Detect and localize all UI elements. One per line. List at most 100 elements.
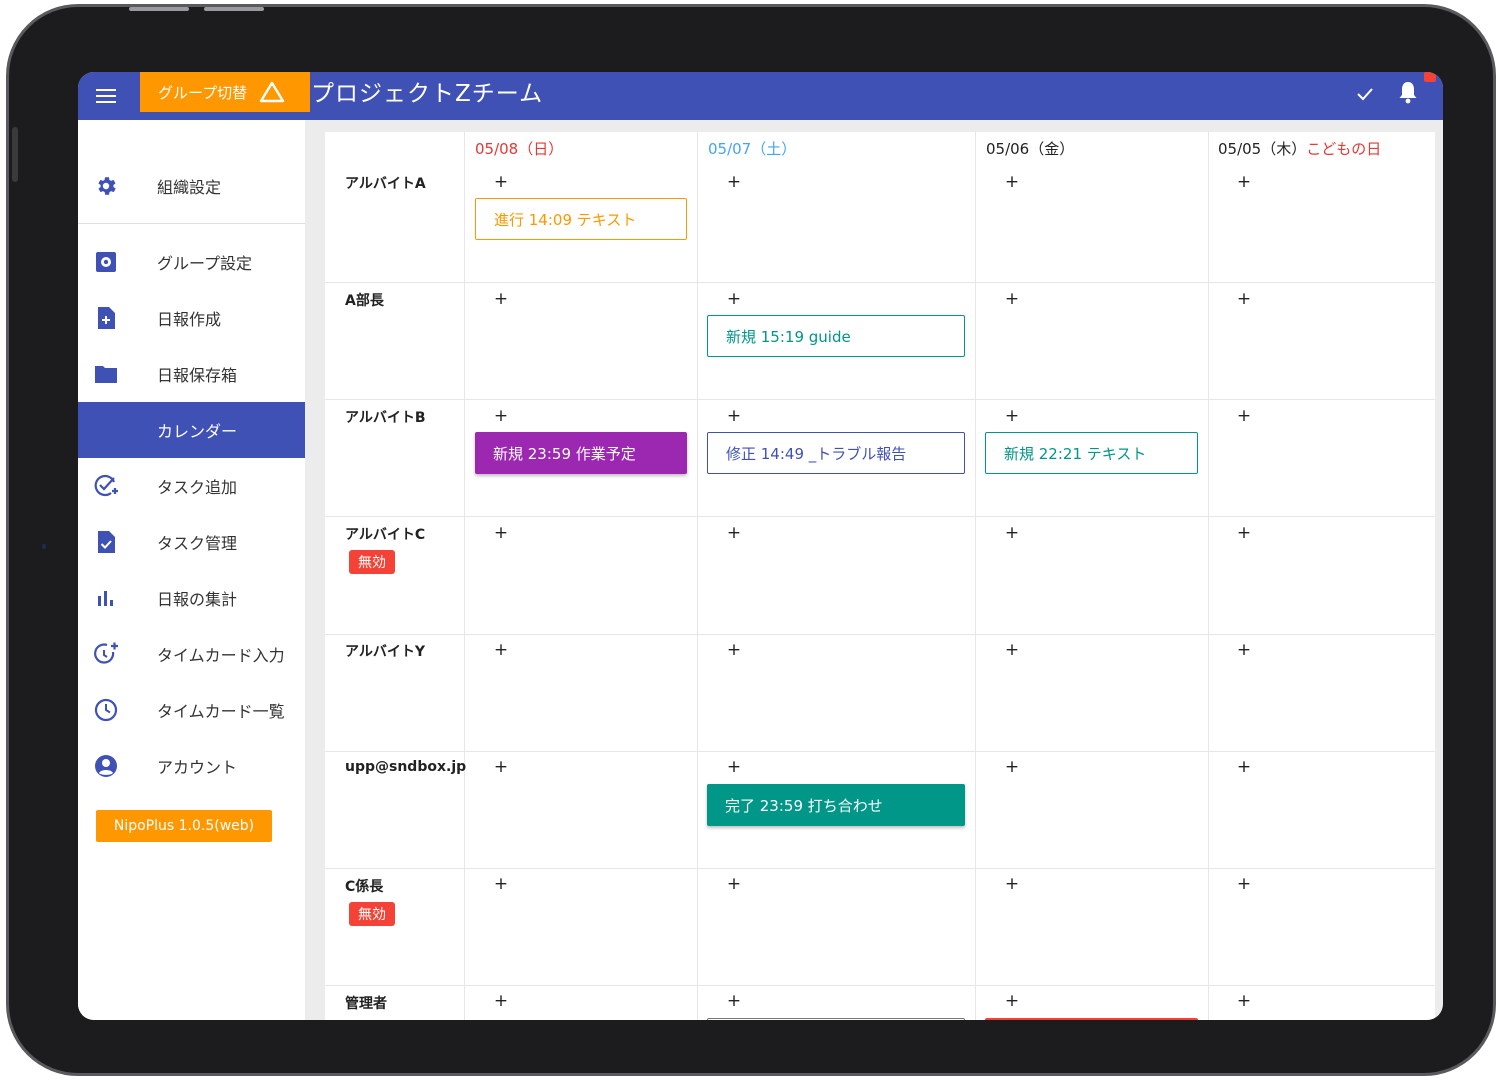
version-button[interactable]: NipoPlus 1.0.5(web) [96, 810, 272, 842]
add-report-button[interactable]: + [493, 523, 509, 543]
sidebar-item-label: 日報の集計 [157, 590, 238, 609]
add-report-button[interactable]: + [726, 289, 742, 309]
add-report-button[interactable]: + [493, 172, 509, 192]
report-chip[interactable] [985, 1018, 1198, 1020]
add-report-button[interactable]: + [726, 757, 742, 777]
day-header-0508: 05/08（日） [475, 140, 564, 158]
sidebar-item-label: 日報作成 [157, 310, 222, 329]
add-report-button[interactable]: + [726, 172, 742, 192]
invalid-badge: 無効 [349, 902, 395, 926]
clock-add-icon [93, 641, 119, 667]
row-label: アルバイトB [345, 410, 426, 426]
side-button [12, 127, 18, 182]
sidebar-item-org-settings[interactable]: 組織設定 [78, 158, 305, 214]
row-divider [325, 516, 1435, 517]
group-switch-button[interactable]: グループ切替 [140, 72, 310, 112]
add-report-button[interactable]: + [1236, 289, 1252, 309]
add-report-button[interactable]: + [1236, 991, 1252, 1011]
sidebar-item-label: タスク管理 [157, 534, 238, 553]
add-report-button[interactable]: + [726, 640, 742, 660]
add-report-button[interactable]: + [726, 991, 742, 1011]
row-divider [325, 399, 1435, 400]
sidebar-item-timecard-list[interactable]: タイムカード一覧 [78, 682, 305, 738]
add-report-button[interactable]: + [1004, 406, 1020, 426]
add-report-button[interactable]: + [493, 640, 509, 660]
divider [78, 223, 305, 224]
report-chip[interactable]: 修正 14:49 _トラブル報告 [707, 432, 965, 474]
row-divider [325, 634, 1435, 635]
add-report-button[interactable]: + [1004, 874, 1020, 894]
add-report-button[interactable]: + [1004, 991, 1020, 1011]
add-report-button[interactable]: + [726, 523, 742, 543]
report-chip[interactable]: 新規 23:59 作業予定 [475, 432, 687, 474]
sidebar-item-report-summary[interactable]: 日報の集計 [78, 570, 305, 626]
warning-icon [259, 81, 285, 103]
invalid-badge: 無効 [349, 550, 395, 574]
volume-button [204, 7, 264, 11]
add-report-button[interactable]: + [1004, 289, 1020, 309]
gear-icon [93, 173, 119, 199]
holiday-label: こどもの日 [1306, 140, 1382, 158]
file-check-icon [93, 529, 119, 555]
sidebar-item-account[interactable]: アカウント [78, 738, 305, 794]
sidebar-item-label: 組織設定 [157, 178, 222, 197]
calendar-grid: 05/08（日） 05/07（土） 05/06（金） 05/05（木）こどもの日… [325, 132, 1435, 1020]
menu-icon[interactable] [96, 84, 120, 108]
column-divider [464, 132, 465, 1020]
report-chip[interactable]: 新規 22:21 テキスト [985, 432, 1198, 474]
check-add-icon [93, 473, 119, 499]
sidebar-item-label: 日報保存箱 [157, 366, 238, 385]
sidebar-item-calendar[interactable]: カレンダー [78, 402, 305, 458]
add-report-button[interactable]: + [493, 289, 509, 309]
add-report-button[interactable]: + [493, 874, 509, 894]
row-label: A部長 [345, 293, 384, 309]
add-report-button[interactable]: + [1236, 406, 1252, 426]
sidebar-item-group-settings[interactable]: グループ設定 [78, 234, 305, 290]
report-chip[interactable]: 進行 14:09 テキスト [475, 198, 687, 240]
add-report-button[interactable]: + [1236, 874, 1252, 894]
group-switch-label: グループ切替 [158, 83, 248, 102]
add-report-button[interactable]: + [1236, 640, 1252, 660]
sidebar-item-label: アカウント [157, 758, 238, 777]
add-report-button[interactable]: + [1236, 757, 1252, 777]
day-header-0507: 05/07（土） [708, 140, 797, 158]
report-chip[interactable] [707, 1018, 965, 1020]
volume-button [129, 7, 189, 11]
page-title: プロジェクトZチーム [311, 81, 544, 107]
sidebar-item-report-create[interactable]: 日報作成 [78, 290, 305, 346]
sidebar-item-timecard-input[interactable]: タイムカード入力 [78, 626, 305, 682]
add-report-button[interactable]: + [1236, 523, 1252, 543]
add-report-button[interactable]: + [1004, 523, 1020, 543]
column-divider [697, 132, 698, 1020]
add-report-button[interactable]: + [1004, 172, 1020, 192]
add-report-button[interactable]: + [493, 991, 509, 1011]
add-report-button[interactable]: + [493, 406, 509, 426]
app-screen: グループ切替 プロジェクトZチーム 組織設定 グループ設定 日報作成 日報保存箱… [78, 72, 1443, 1020]
add-report-button[interactable]: + [493, 757, 509, 777]
row-label: アルバイトA [345, 176, 426, 192]
report-chip[interactable]: 完了 23:59 打ち合わせ [707, 784, 965, 826]
row-divider [325, 751, 1435, 752]
add-report-button[interactable]: + [1004, 640, 1020, 660]
settings-box-icon [93, 249, 119, 275]
sidebar-item-report-storage[interactable]: 日報保存箱 [78, 346, 305, 402]
bell-icon[interactable] [1396, 79, 1420, 105]
row-label: C係長 [345, 879, 384, 895]
add-report-button[interactable]: + [726, 874, 742, 894]
column-divider [1208, 132, 1209, 1020]
sidebar-item-label: タイムカード一覧 [157, 702, 285, 721]
row-label: アルバイトY [345, 644, 425, 660]
bar-chart-icon [93, 585, 119, 611]
check-icon[interactable] [1354, 83, 1376, 105]
file-plus-icon [93, 305, 119, 331]
add-report-button[interactable]: + [726, 406, 742, 426]
report-chip[interactable]: 新規 15:19 guide [707, 315, 965, 357]
add-report-button[interactable]: + [1236, 172, 1252, 192]
app-bar: グループ切替 プロジェクトZチーム [78, 72, 1443, 120]
sidebar-item-task-manage[interactable]: タスク管理 [78, 514, 305, 570]
day-header-0505: 05/05（木）こどもの日 [1218, 138, 1381, 159]
tablet-frame: グループ切替 プロジェクトZチーム 組織設定 グループ設定 日報作成 日報保存箱… [6, 4, 1496, 1076]
row-divider [325, 868, 1435, 869]
add-report-button[interactable]: + [1004, 757, 1020, 777]
sidebar-item-task-add[interactable]: タスク追加 [78, 458, 305, 514]
